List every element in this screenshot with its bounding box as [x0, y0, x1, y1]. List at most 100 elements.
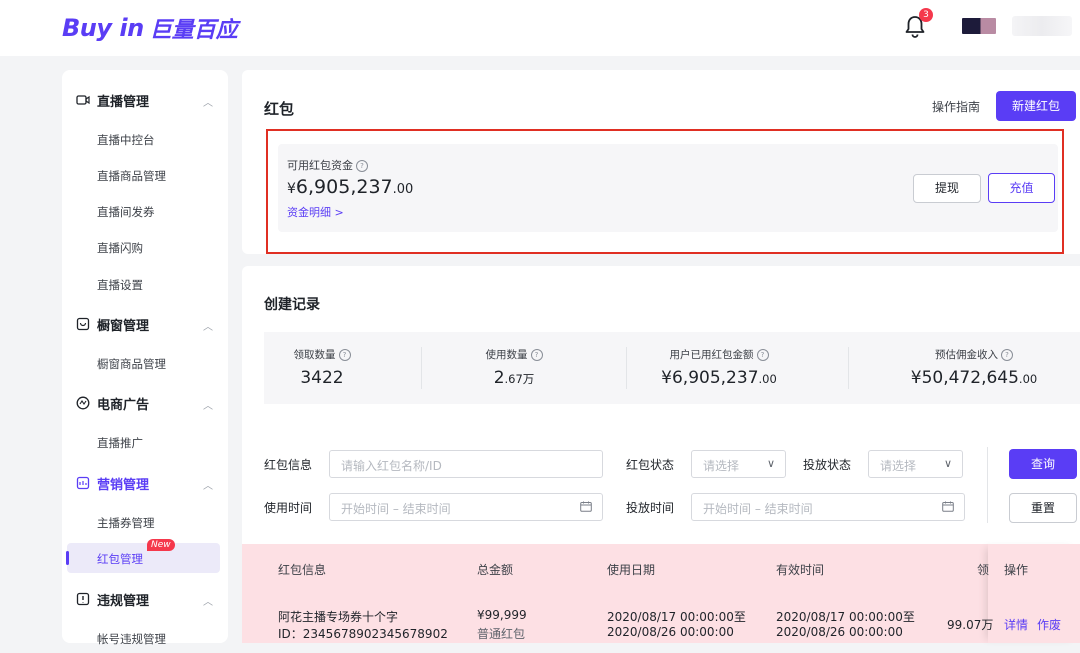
calendar-icon	[942, 501, 954, 512]
redpacket-status-select[interactable]: 请选择 ∨	[691, 450, 786, 478]
new-redpacket-button[interactable]: 新建红包	[996, 91, 1076, 121]
sidebar-item-live-settings[interactable]: 直播设置	[62, 269, 228, 299]
chevron-up-icon[interactable]: ︿	[203, 477, 213, 492]
row-name: 阿花主播专场券十个字	[278, 610, 399, 624]
chevron-down-icon: ∨	[943, 457, 952, 470]
row-claimed: 99.07万	[947, 618, 994, 632]
end-placeholder: 结束时间	[402, 502, 451, 516]
recharge-button[interactable]: 充值	[988, 173, 1055, 203]
sidebar-item-showcase-products[interactable]: 橱窗商品管理	[62, 348, 228, 378]
sidebar-item-label: 红包管理	[97, 552, 143, 566]
fund-detail-link[interactable]: 资金明细 >	[287, 204, 344, 220]
live-icon	[76, 95, 90, 105]
stat-label: 预估佣金收入	[935, 349, 998, 361]
column-header-claimed: 领	[977, 563, 990, 577]
divider	[626, 347, 627, 389]
stat-value: 3422	[300, 368, 344, 388]
sidebar-item-coupon-management[interactable]: 主播券管理	[62, 507, 228, 537]
new-badge: New	[147, 539, 175, 551]
withdraw-button[interactable]: 提现	[913, 174, 981, 203]
redpacket-info-input[interactable]: 请输入红包名称/ID	[329, 450, 603, 478]
sidebar-item-live-flash[interactable]: 直播闪购	[62, 232, 228, 262]
chevron-up-icon[interactable]: ︿	[203, 318, 213, 333]
sidebar-group-showcase[interactable]: 橱窗管理 ︿	[62, 312, 228, 336]
help-icon[interactable]: ?	[1001, 349, 1013, 361]
void-link[interactable]: 作废	[1037, 616, 1061, 633]
active-indicator	[66, 551, 69, 565]
fund-amount: ¥6,905,237.00	[287, 176, 413, 198]
column-header-actions: 操作	[1004, 563, 1029, 577]
sidebar-item-label: 直播商品管理	[97, 169, 166, 183]
help-icon[interactable]: ?	[356, 160, 368, 172]
stat-used: 使用数量? 2.67万	[444, 332, 584, 404]
stat-value-suffix: .00	[1018, 372, 1038, 386]
divider	[987, 447, 988, 523]
stat-label: 领取数量	[293, 349, 336, 361]
top-bar: Buy in 巨量百应 3	[0, 0, 1080, 56]
filter-label-use-time: 使用时间	[264, 501, 313, 515]
chevron-up-icon[interactable]: ︿	[203, 397, 213, 412]
account-name-blurred[interactable]	[1012, 16, 1072, 36]
stat-value: 2	[493, 368, 505, 388]
row-valid-end: 2020/08/26 00:00:00	[776, 625, 903, 639]
guide-link[interactable]: 操作指南	[932, 98, 980, 115]
column-header-use-date: 使用日期	[607, 563, 656, 577]
query-button[interactable]: 查询	[1009, 449, 1077, 479]
divider	[421, 347, 422, 389]
start-placeholder: 开始时间	[703, 502, 752, 516]
sidebar-group-violation[interactable]: 违规管理 ︿	[62, 587, 228, 611]
use-time-range-picker[interactable]: 开始时间 – 结束时间	[329, 493, 603, 521]
sidebar-group-label: 电商广告	[97, 398, 150, 413]
sidebar-group-ads[interactable]: 电商广告 ︿	[62, 391, 228, 415]
date-range-placeholder: 开始时间 – 结束时间	[703, 500, 813, 517]
sidebar-item-label: 帐号违规管理	[97, 632, 166, 646]
sidebar-item-redpacket-management[interactable]: 红包管理 New	[66, 539, 220, 573]
stat-label: 使用数量	[485, 349, 528, 361]
brand-logo-cn: 巨量百应	[149, 18, 238, 43]
row-type: 普通红包	[477, 627, 526, 641]
stat-value-suffix: .00	[758, 372, 777, 386]
sidebar-group-label: 违规管理	[97, 594, 150, 609]
row-use-date-start: 2020/08/17 00:00:00至	[607, 610, 746, 624]
fund-currency: ¥	[287, 181, 296, 197]
marketing-icon	[76, 476, 90, 490]
fund-label: 可用红包资金?	[287, 157, 368, 173]
sidebar-group-marketing[interactable]: 营销管理 ︿	[62, 471, 228, 495]
sidebar-item-live-promotion[interactable]: 直播推广	[62, 427, 228, 457]
avatar[interactable]	[962, 18, 996, 34]
sidebar-item-account-violations[interactable]: 帐号违规管理	[62, 623, 228, 653]
range-separator: –	[392, 502, 399, 516]
filter-label-delivery-time: 投放时间	[626, 501, 675, 515]
violation-icon	[76, 592, 90, 606]
delivery-time-range-picker[interactable]: 开始时间 – 结束时间	[691, 493, 965, 521]
sidebar-group-label: 营销管理	[97, 478, 150, 493]
input-placeholder: 请输入红包名称/ID	[341, 459, 442, 473]
reset-button[interactable]: 重置	[1009, 493, 1077, 523]
stat-estimated-commission: 预估佣金收入? ¥50,472,645.00	[889, 332, 1059, 404]
filter-label-delivery: 投放状态	[803, 458, 852, 472]
sidebar-group-live[interactable]: 直播管理 ︿	[62, 88, 228, 112]
chevron-up-icon[interactable]: ︿	[203, 94, 213, 109]
divider	[848, 347, 849, 389]
sidebar-item-label: 直播间发券	[97, 205, 155, 219]
help-icon[interactable]: ?	[530, 349, 543, 361]
help-icon[interactable]: ?	[338, 349, 351, 361]
brand-logo[interactable]: Buy in 巨量百应	[62, 12, 238, 44]
sidebar-item-label: 直播中控台	[97, 133, 155, 147]
brand-logo-latin: Buy in	[62, 14, 144, 42]
table-fixed-actions-column	[988, 544, 1080, 643]
sidebar-item-live-coupons[interactable]: 直播间发券	[62, 196, 228, 226]
help-icon[interactable]: ?	[756, 349, 769, 361]
fund-label-text: 可用红包资金	[287, 159, 353, 172]
stat-label: 用户已用红包金额	[669, 349, 754, 361]
chevron-up-icon[interactable]: ︿	[203, 593, 213, 608]
column-header-amount: 总金额	[477, 563, 514, 577]
start-placeholder: 开始时间	[341, 502, 390, 516]
sidebar-item-label: 直播闪购	[97, 241, 143, 255]
sidebar-item-live-console[interactable]: 直播中控台	[62, 124, 228, 154]
sidebar-group-label: 橱窗管理	[97, 319, 150, 334]
column-header-valid-time: 有效时间	[776, 563, 825, 577]
delivery-status-select[interactable]: 请选择 ∨	[868, 450, 963, 478]
sidebar-item-live-products[interactable]: 直播商品管理	[62, 160, 228, 190]
detail-link[interactable]: 详情	[1004, 616, 1028, 633]
